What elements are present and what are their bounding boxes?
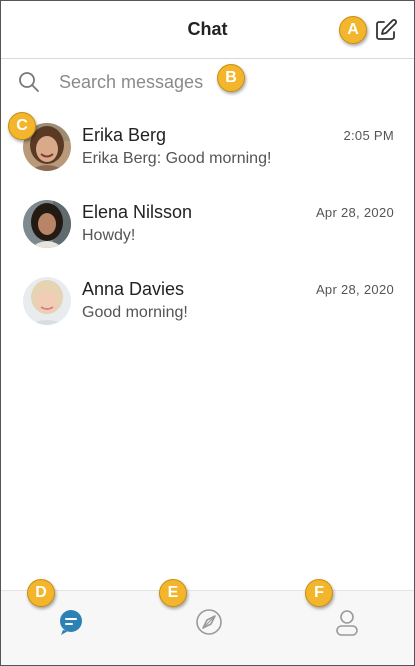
message-preview: Erika Berg: Good morning! — [82, 150, 272, 167]
timestamp: Apr 28, 2020 — [315, 282, 394, 297]
callout-b: B — [217, 64, 245, 92]
timestamp: 2:05 PM — [343, 128, 394, 143]
chat-bubble-icon — [60, 610, 82, 635]
tab-bar — [1, 590, 414, 665]
contact-name: Anna Davies — [82, 279, 185, 299]
callout-c: C — [8, 112, 36, 140]
avatar-image — [23, 277, 71, 325]
compose-icon — [376, 19, 397, 40]
search-icon — [19, 72, 39, 92]
contact-name: Erika Berg — [82, 125, 167, 145]
avatar — [23, 200, 71, 248]
tab-chat[interactable] — [56, 607, 86, 637]
profile-icon — [336, 610, 358, 636]
chat-list-item[interactable]: Anna Davies Apr 28, 2020 Good morning! — [1, 265, 414, 342]
app-window: Chat Search messages Erika Berg 2:05 PM … — [0, 0, 415, 666]
callout-a: A — [339, 16, 367, 44]
chat-list-item[interactable]: Erika Berg 2:05 PM Erika Berg: Good morn… — [1, 111, 414, 188]
discover-icon — [196, 609, 222, 635]
callout-e: E — [159, 579, 187, 607]
avatar-image — [23, 200, 71, 248]
chat-list-item[interactable]: Elena Nilsson Apr 28, 2020 Howdy! — [1, 188, 414, 265]
message-preview: Howdy! — [82, 227, 136, 244]
timestamp: Apr 28, 2020 — [315, 205, 394, 220]
search-input[interactable] — [59, 66, 359, 98]
tab-profile[interactable] — [332, 607, 362, 637]
callout-f: F — [305, 579, 333, 607]
search-bar — [1, 60, 414, 104]
tab-discover[interactable] — [194, 607, 224, 637]
callout-d: D — [27, 579, 55, 607]
contact-name: Elena Nilsson — [82, 202, 193, 222]
chat-list: Erika Berg 2:05 PM Erika Berg: Good morn… — [1, 111, 414, 342]
message-preview: Good morning! — [82, 304, 188, 321]
avatar — [23, 277, 71, 325]
compose-button[interactable] — [374, 18, 398, 42]
